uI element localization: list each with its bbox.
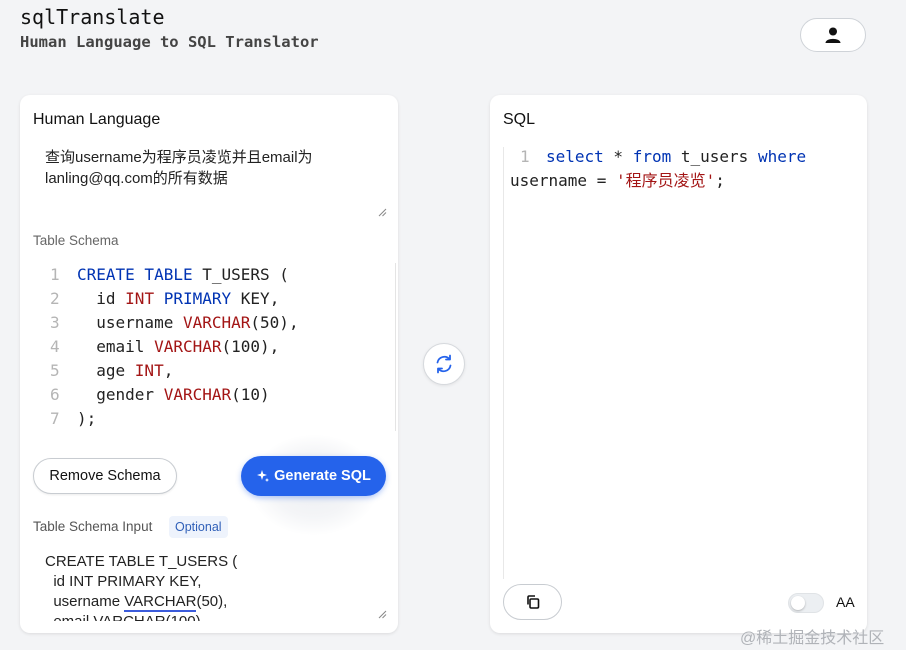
text-segment: email VARCHAR(100),: [45, 613, 204, 621]
editor-divider: [395, 263, 396, 431]
line-number: 7: [50, 409, 60, 428]
schema-input-line: email VARCHAR(100),: [45, 612, 387, 621]
line-number: 4: [50, 337, 60, 356]
sparkle-icon: [257, 470, 270, 482]
remove-schema-button[interactable]: Remove Schema: [33, 458, 177, 494]
generate-sql-button[interactable]: Generate SQL: [241, 456, 386, 496]
resize-handle-icon[interactable]: [377, 609, 387, 619]
code-line: 2 id INT PRIMARY KEY,: [33, 287, 383, 311]
code-line: 1 select * from t_users where: [490, 145, 867, 169]
schema-input-line: username VARCHAR(50),: [45, 592, 387, 612]
code-token: VARCHAR: [154, 337, 222, 356]
line-number: 6: [50, 385, 60, 404]
app-title: sqlTranslate: [20, 5, 165, 29]
code-line: 7);: [33, 407, 383, 431]
code-token: (100),: [221, 337, 280, 356]
app-subtitle: Human Language to SQL Translator: [20, 33, 319, 51]
code-token: t_users: [671, 147, 758, 166]
code-line: 1 CREATE TABLE T_USERS (: [33, 263, 383, 287]
code-token: where: [757, 147, 807, 166]
code-line: 6 gender VARCHAR(10): [33, 383, 383, 407]
watermark: @稀土掘金技术社区: [740, 630, 885, 647]
swap-button[interactable]: [423, 343, 465, 385]
schema-input-line: id INT PRIMARY KEY,: [45, 572, 387, 592]
input-line: lanling@qq.com的所有数据: [45, 170, 228, 187]
code-token: username =: [510, 171, 616, 190]
resize-handle-icon[interactable]: [377, 207, 387, 217]
text-segment: username: [45, 593, 125, 610]
code-token: age: [77, 361, 135, 380]
text-segment: CREATE TABLE T_USERS (: [45, 553, 238, 570]
schema-input-label: Table Schema Input: [33, 519, 153, 534]
schema-input-field[interactable]: CREATE TABLE T_USERS ( id INT PRIMARY KE…: [33, 549, 387, 621]
code-token: select: [546, 147, 604, 166]
code-token: KEY,: [231, 289, 280, 308]
font-size-label: AA: [836, 594, 855, 610]
code-text: email VARCHAR(100),: [77, 335, 279, 359]
copy-icon: [526, 595, 539, 609]
code-token: INT: [134, 361, 164, 380]
code-text: gender VARCHAR(10): [77, 383, 270, 407]
line-number: 1: [520, 147, 530, 166]
font-size-toggle[interactable]: [788, 593, 824, 613]
code-line: 3 username VARCHAR(50),: [33, 311, 383, 335]
panel-heading: SQL: [503, 111, 536, 128]
line-number: 1: [50, 265, 60, 284]
code-token: PRIMARY: [163, 289, 232, 308]
text-segment: (50),: [196, 593, 228, 610]
code-token: ;: [715, 171, 725, 190]
code-text: username VARCHAR(50),: [77, 311, 299, 335]
code-line: username = '程序员凌览';: [490, 169, 867, 193]
code-token: id: [77, 289, 126, 308]
code-token: INT: [125, 289, 155, 308]
schema-input-line: CREATE TABLE T_USERS (: [45, 552, 387, 572]
line-number: 3: [50, 313, 60, 332]
code-text: CREATE TABLE T_USERS (: [77, 263, 289, 287]
code-text: username = '程序员凌览';: [510, 169, 725, 193]
code-token: *: [603, 147, 633, 166]
code-token: (50),: [250, 313, 299, 332]
code-token: VARCHAR: [163, 385, 232, 404]
table-schema-label: Table Schema: [33, 233, 119, 248]
code-text: age INT,: [77, 359, 173, 383]
code-token: username: [77, 313, 183, 332]
code-token: T_USERS (: [192, 265, 289, 284]
line-number: 2: [50, 289, 60, 308]
code-token: '程序员凌览': [615, 171, 716, 190]
copy-button[interactable]: [503, 584, 562, 620]
code-token: (10): [231, 385, 270, 404]
spellcheck-underline: VARCHAR: [124, 593, 197, 612]
sql-panel: SQL 1 select * from t_users where username…: [490, 95, 867, 633]
line-number: 5: [50, 361, 60, 380]
code-token: from: [632, 147, 672, 166]
code-token: VARCHAR: [182, 313, 251, 332]
input-line: 查询username为程序员凌览并且email为: [45, 149, 313, 166]
optional-badge: Optional: [169, 516, 228, 538]
table-schema-code[interactable]: 1 CREATE TABLE T_USERS (2 id INT PRIMARY …: [33, 263, 396, 431]
code-line: 4 email VARCHAR(100),: [33, 335, 383, 359]
code-text: select * from t_users where: [546, 145, 806, 169]
generate-sql-label: Generate SQL: [274, 468, 371, 484]
user-button[interactable]: [800, 18, 866, 52]
human-language-panel: Human Language 查询username为程序员凌览并且email为 …: [20, 95, 398, 633]
user-icon: [825, 27, 841, 43]
toggle-knob: [791, 596, 805, 610]
code-line: 5 age INT,: [33, 359, 383, 383]
code-token: );: [77, 409, 97, 428]
code-token: email: [77, 337, 155, 356]
swap-arrows-icon: [436, 354, 452, 374]
code-token: ,: [163, 361, 174, 380]
text-segment: id INT PRIMARY KEY,: [45, 573, 202, 590]
editor-divider: [503, 147, 504, 579]
human-language-input[interactable]: 查询username为程序员凌览并且email为 lanling@qq.com的…: [33, 141, 387, 217]
code-text: id INT PRIMARY KEY,: [77, 287, 279, 311]
code-token: gender: [77, 385, 164, 404]
code-text: );: [77, 407, 96, 431]
code-token: CREATE TABLE: [77, 265, 193, 284]
panel-heading: Human Language: [33, 111, 161, 128]
